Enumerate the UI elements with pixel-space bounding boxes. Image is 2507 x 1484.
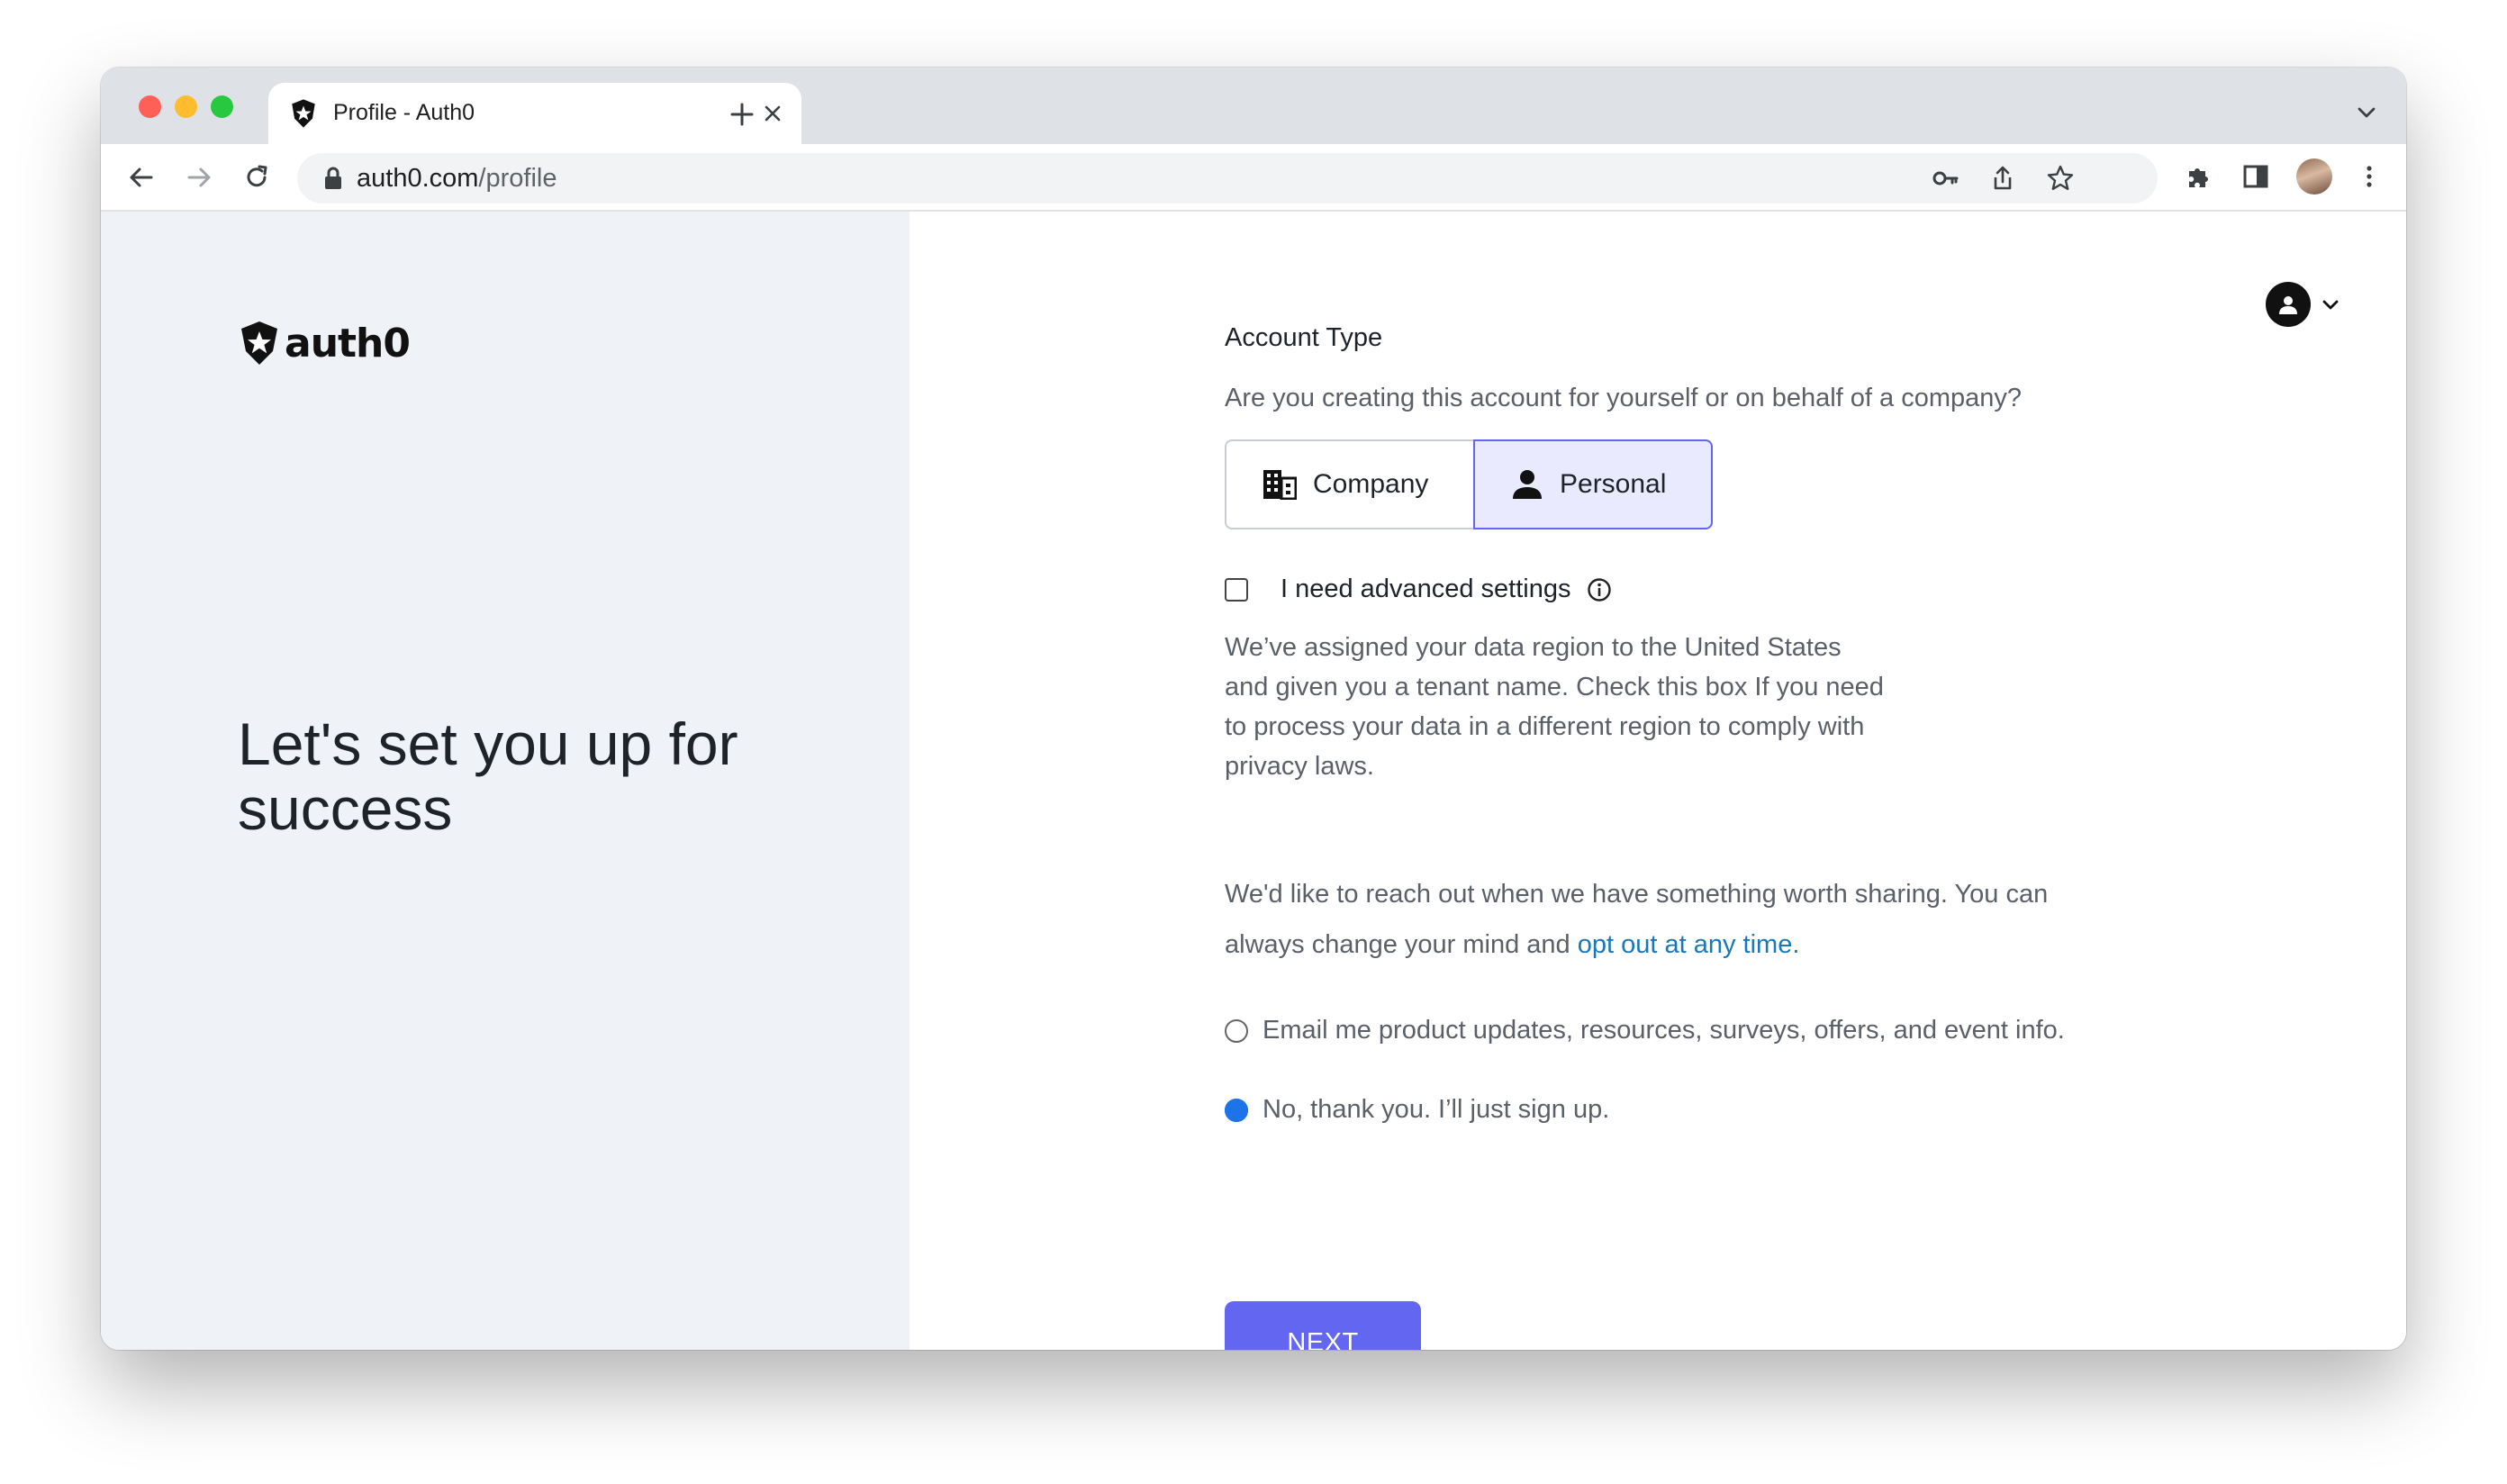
tab-title: Profile - Auth0 — [333, 100, 475, 125]
user-menu[interactable] — [2266, 282, 2343, 327]
new-tab-icon[interactable] — [724, 96, 760, 132]
no-thanks-label[interactable]: No, thank you. I’ll just sign up. — [1263, 1095, 1609, 1125]
account-type-toggle: Company Personal — [1225, 439, 1713, 529]
url-path: /profile — [478, 164, 557, 193]
next-button[interactable]: NEXT — [1225, 1301, 1421, 1350]
email-updates-radio[interactable] — [1225, 1018, 1248, 1043]
reload-icon[interactable] — [240, 160, 274, 195]
email-updates-label[interactable]: Email me product updates, resources, sur… — [1263, 1016, 2065, 1045]
url-host: auth0.com — [357, 164, 479, 193]
page-headline: Let's set you up for success — [238, 710, 738, 842]
auth0-shield-icon — [241, 321, 277, 365]
browser-window: Profile - Auth0 auth0.com/profile auth0 … — [101, 68, 2406, 1350]
user-avatar-icon — [2266, 282, 2311, 327]
maximize-window-button[interactable] — [211, 95, 233, 118]
right-panel: Account Type Are you creating this accou… — [910, 212, 2406, 1350]
browser-toolbar: auth0.com/profile — [101, 144, 2406, 212]
browser-tab[interactable]: Profile - Auth0 — [268, 83, 801, 144]
chevron-down-icon — [2322, 300, 2339, 310]
company-option-label: Company — [1313, 469, 1429, 499]
side-panel-icon[interactable] — [2239, 159, 2273, 194]
key-icon[interactable] — [1929, 162, 1961, 195]
close-tab-icon[interactable] — [756, 97, 789, 130]
share-icon[interactable] — [1987, 162, 2019, 195]
more-menu-icon[interactable] — [2352, 159, 2386, 194]
auth0-favicon-icon — [292, 99, 315, 128]
extensions-puzzle-icon[interactable] — [2181, 159, 2215, 194]
company-option-button[interactable]: Company — [1225, 439, 1473, 529]
address-bar[interactable]: auth0.com/profile — [297, 153, 2158, 204]
profile-avatar[interactable] — [2296, 158, 2332, 195]
account-type-question: Are you creating this account for yourse… — [1225, 384, 2022, 412]
logo-wordmark: auth0 — [285, 320, 411, 366]
bookmark-star-icon[interactable] — [2044, 162, 2077, 195]
back-arrow-icon[interactable] — [124, 160, 158, 195]
left-panel: auth0 Let's set you up for success — [101, 212, 910, 1350]
url-text[interactable]: auth0.com/profile — [357, 164, 557, 194]
advanced-settings-checkbox[interactable] — [1225, 577, 1248, 602]
personal-option-label: Personal — [1560, 469, 1667, 499]
opt-out-link[interactable]: opt out at any time. — [1578, 930, 1800, 959]
account-type-label: Account Type — [1225, 323, 1383, 352]
advanced-settings-row: I need advanced settings — [1225, 575, 1612, 604]
no-thanks-option[interactable]: No, thank you. I’ll just sign up. — [1225, 1095, 1609, 1125]
advanced-settings-label[interactable]: I need advanced settings — [1281, 575, 1570, 604]
tab-search-chevron-icon[interactable] — [2354, 100, 2379, 125]
tab-bar: Profile - Auth0 — [101, 68, 2406, 144]
advanced-settings-description: We’ve assigned your data region to the U… — [1225, 633, 1884, 781]
marketing-consent-text: We'd like to reach out when we have some… — [1225, 869, 2125, 970]
page-content: auth0 Let's set you up for success Accou… — [101, 212, 2406, 1350]
info-icon[interactable] — [1587, 577, 1612, 602]
minimize-window-button[interactable] — [175, 95, 197, 118]
no-thanks-radio[interactable] — [1225, 1098, 1248, 1122]
forward-arrow-icon[interactable] — [182, 160, 216, 195]
building-icon — [1263, 470, 1297, 500]
person-icon — [1513, 470, 1542, 499]
email-updates-option[interactable]: Email me product updates, resources, sur… — [1225, 1016, 2065, 1045]
close-window-button[interactable] — [139, 95, 161, 118]
auth0-logo[interactable]: auth0 — [238, 320, 411, 366]
lock-icon[interactable] — [322, 167, 344, 190]
personal-option-button[interactable]: Personal — [1473, 439, 1713, 529]
